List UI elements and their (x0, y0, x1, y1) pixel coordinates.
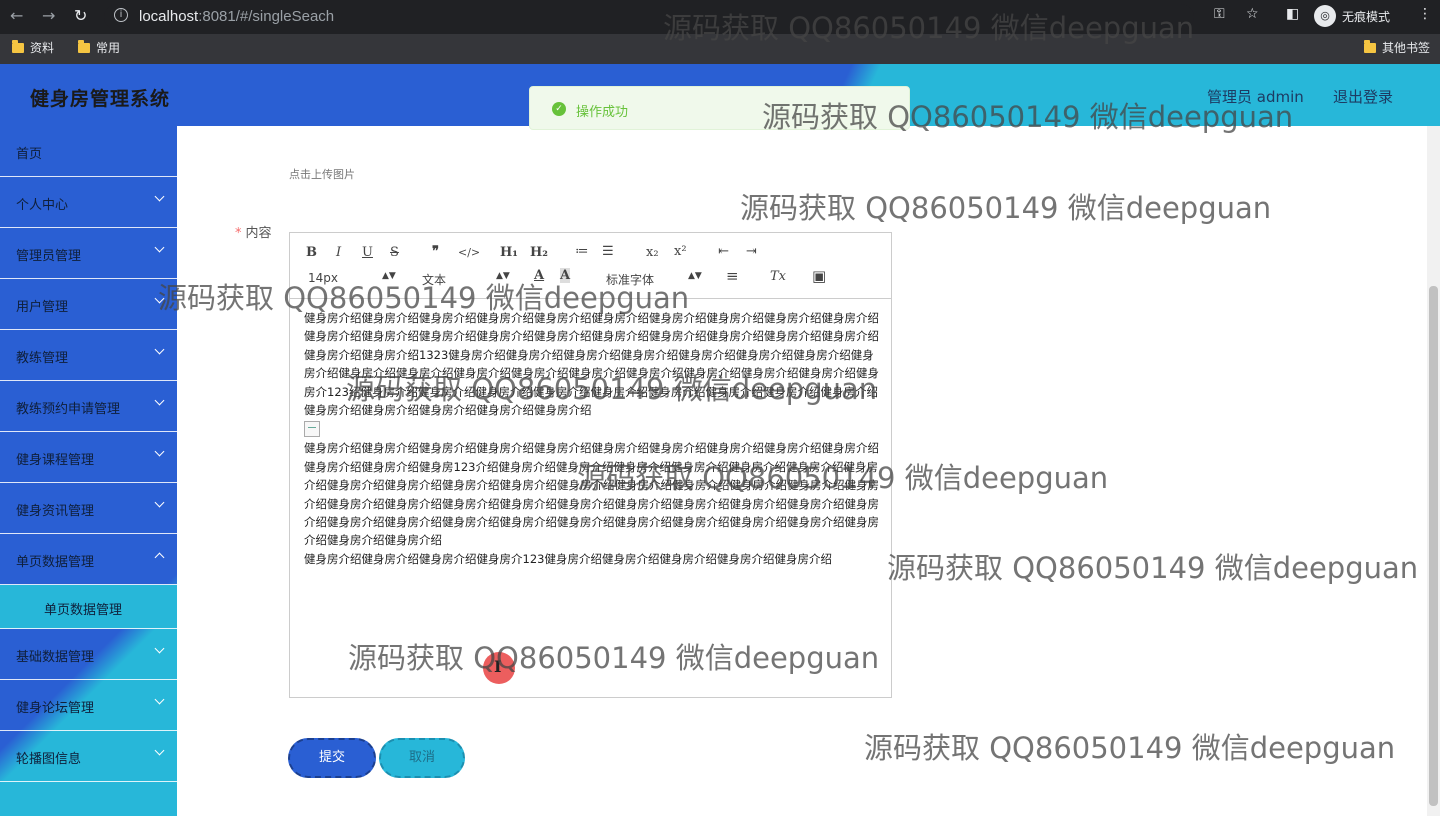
chevron-down-icon (154, 446, 165, 457)
key-icon[interactable]: ⚿ (1214, 6, 1225, 22)
chevron-down-icon (154, 497, 165, 508)
sidebar-item-coaches[interactable]: 教练管理 (0, 330, 177, 381)
sidepanel-icon[interactable]: ◧ (1286, 6, 1299, 22)
italic-button[interactable]: I (336, 245, 341, 260)
address-bar[interactable]: i localhost:8081/#/singleSeach (104, 4, 1194, 30)
browser-toolbar: ← → ↻ i localhost:8081/#/singleSeach ⚿ ☆… (0, 0, 1440, 34)
bookmark-folder-changyong[interactable]: 常用 (78, 39, 120, 56)
page-scrollbar[interactable] (1427, 126, 1440, 816)
font-size-select[interactable]: 14px (308, 271, 338, 285)
star-icon[interactable]: ☆ (1246, 6, 1259, 22)
success-check-icon: ✓ (552, 102, 566, 116)
sidebar-item-news[interactable]: 健身资讯管理 (0, 483, 177, 534)
code-block-button[interactable]: </> (458, 246, 480, 259)
more-menu-icon[interactable]: ⋮ (1418, 6, 1432, 22)
sidebar-item-home[interactable]: 首页 (0, 126, 177, 177)
content-label: * 内容 (235, 226, 272, 241)
chevron-up-icon (154, 552, 165, 563)
sidebar: 首页 个人中心 管理员管理 用户管理 教练管理 教练预约申请管理 健身课程管理 … (0, 126, 177, 816)
chevron-down-icon (154, 191, 165, 202)
outdent-icon[interactable]: ⇤ (718, 244, 729, 259)
bullet-list-icon[interactable]: ☰ (602, 244, 614, 259)
url-text[interactable]: localhost:8081/#/singleSeach (139, 8, 334, 25)
sidebar-item-base-data[interactable]: 基础数据管理 (0, 629, 177, 680)
chevron-down-icon (154, 344, 165, 355)
bookmarks-bar: 资料 常用 其他书签 (0, 34, 1440, 64)
font-color-button[interactable]: A (534, 268, 544, 283)
success-message: ✓ 操作成功 (529, 86, 910, 130)
indent-icon[interactable]: ⇥ (746, 244, 757, 259)
submit-button[interactable]: 提交 (288, 738, 376, 778)
main-area: 点击上传图片 * 内容 B I U S ❞ </> H₁ H₂ ≔ ☰ x₂ x²… (177, 126, 1427, 816)
chevron-down-icon (154, 694, 165, 705)
chevron-updown-icon: ▲▼ (382, 271, 396, 281)
incognito-badge[interactable]: ◎ 无痕模式 (1314, 4, 1390, 28)
chevron-down-icon (154, 395, 165, 406)
app-title: 健身房管理系统 (30, 88, 171, 110)
chevron-updown-icon: ▲▼ (688, 271, 702, 281)
logout-link[interactable]: 退出登录 (1333, 86, 1393, 107)
sidebar-item-admins[interactable]: 管理员管理 (0, 228, 177, 279)
editor-paragraph: 健身房介绍健身房介绍健身房介绍健身房介绍健身房介绍健身房介绍健身房介绍健身房介绍… (304, 441, 879, 548)
sidebar-item-coach-booking[interactable]: 教练预约申请管理 (0, 381, 177, 432)
editor-content[interactable]: 健身房介绍健身房介绍健身房介绍健身房介绍健身房介绍健身房介绍健身房介绍健身房介绍… (304, 309, 880, 568)
incognito-icon: ◎ (1314, 5, 1336, 27)
bookmark-folder-other[interactable]: 其他书签 (1364, 39, 1430, 56)
scrollbar-thumb[interactable] (1429, 286, 1438, 806)
rich-text-editor[interactable]: B I U S ❞ </> H₁ H₂ ≔ ☰ x₂ x² ⇤ ⇥ 14px ▲… (289, 232, 892, 698)
font-family-select[interactable]: 标准字体 (606, 271, 654, 288)
background-color-button[interactable]: A (560, 268, 571, 283)
folder-icon (1364, 39, 1376, 53)
editor-paragraph: 健身房介绍健身房介绍健身房介绍健身房介123健身房介绍健身房介绍健身房介绍健身房… (304, 551, 832, 566)
editor-paragraph: 健身房介绍健身房介绍健身房介绍健身房介绍健身房介绍健身房介绍健身房介绍健身房介绍… (304, 311, 879, 418)
h2-button[interactable]: H₂ (530, 245, 548, 260)
upload-image-hint[interactable]: 点击上传图片 (289, 166, 355, 182)
bookmark-folder-ziliao[interactable]: 资料 (12, 39, 54, 56)
folder-icon (12, 39, 24, 53)
editor-toolbar: B I U S ❞ </> H₁ H₂ ≔ ☰ x₂ x² ⇤ ⇥ 14px ▲… (290, 233, 891, 299)
blockquote-button[interactable]: ❞ (432, 244, 439, 259)
broken-image-icon (304, 421, 320, 438)
info-icon[interactable]: i (114, 8, 128, 22)
chevron-down-icon (154, 293, 165, 304)
image-icon[interactable]: ▣ (812, 267, 826, 285)
chevron-down-icon (154, 242, 165, 253)
text-style-select[interactable]: 文本 (422, 271, 446, 288)
submenu-item-single-page-data[interactable]: 单页数据管理 (0, 585, 177, 629)
subscript-button[interactable]: x₂ (646, 245, 659, 260)
chevron-updown-icon: ▲▼ (496, 271, 510, 281)
back-icon[interactable]: ← (10, 6, 23, 25)
folder-icon (78, 39, 90, 53)
sidebar-item-courses[interactable]: 健身课程管理 (0, 432, 177, 483)
strike-button[interactable]: S (390, 245, 399, 260)
sidebar-item-forum[interactable]: 健身论坛管理 (0, 680, 177, 731)
form-panel: 点击上传图片 * 内容 B I U S ❞ </> H₁ H₂ ≔ ☰ x₂ x²… (177, 126, 1427, 816)
cancel-button[interactable]: 取消 (379, 738, 465, 778)
reload-icon[interactable]: ↻ (74, 6, 87, 25)
mouse-cursor-icon (483, 652, 515, 684)
chevron-down-icon (154, 643, 165, 654)
h1-button[interactable]: H₁ (500, 245, 518, 260)
chevron-down-icon (154, 745, 165, 756)
superscript-button[interactable]: x² (674, 244, 687, 259)
clear-format-button[interactable]: Tx (770, 269, 786, 284)
current-user: 管理员 admin (1207, 88, 1304, 106)
bold-button[interactable]: B (306, 245, 317, 260)
sidebar-item-users[interactable]: 用户管理 (0, 279, 177, 330)
sidebar-item-profile[interactable]: 个人中心 (0, 177, 177, 228)
underline-button[interactable]: U (362, 245, 373, 260)
ordered-list-icon[interactable]: ≔ (575, 244, 588, 259)
forward-icon[interactable]: → (42, 6, 55, 25)
sidebar-item-single-page[interactable]: 单页数据管理 (0, 534, 177, 585)
align-icon[interactable]: ≡ (726, 267, 739, 285)
sidebar-item-carousel[interactable]: 轮播图信息 (0, 731, 177, 782)
